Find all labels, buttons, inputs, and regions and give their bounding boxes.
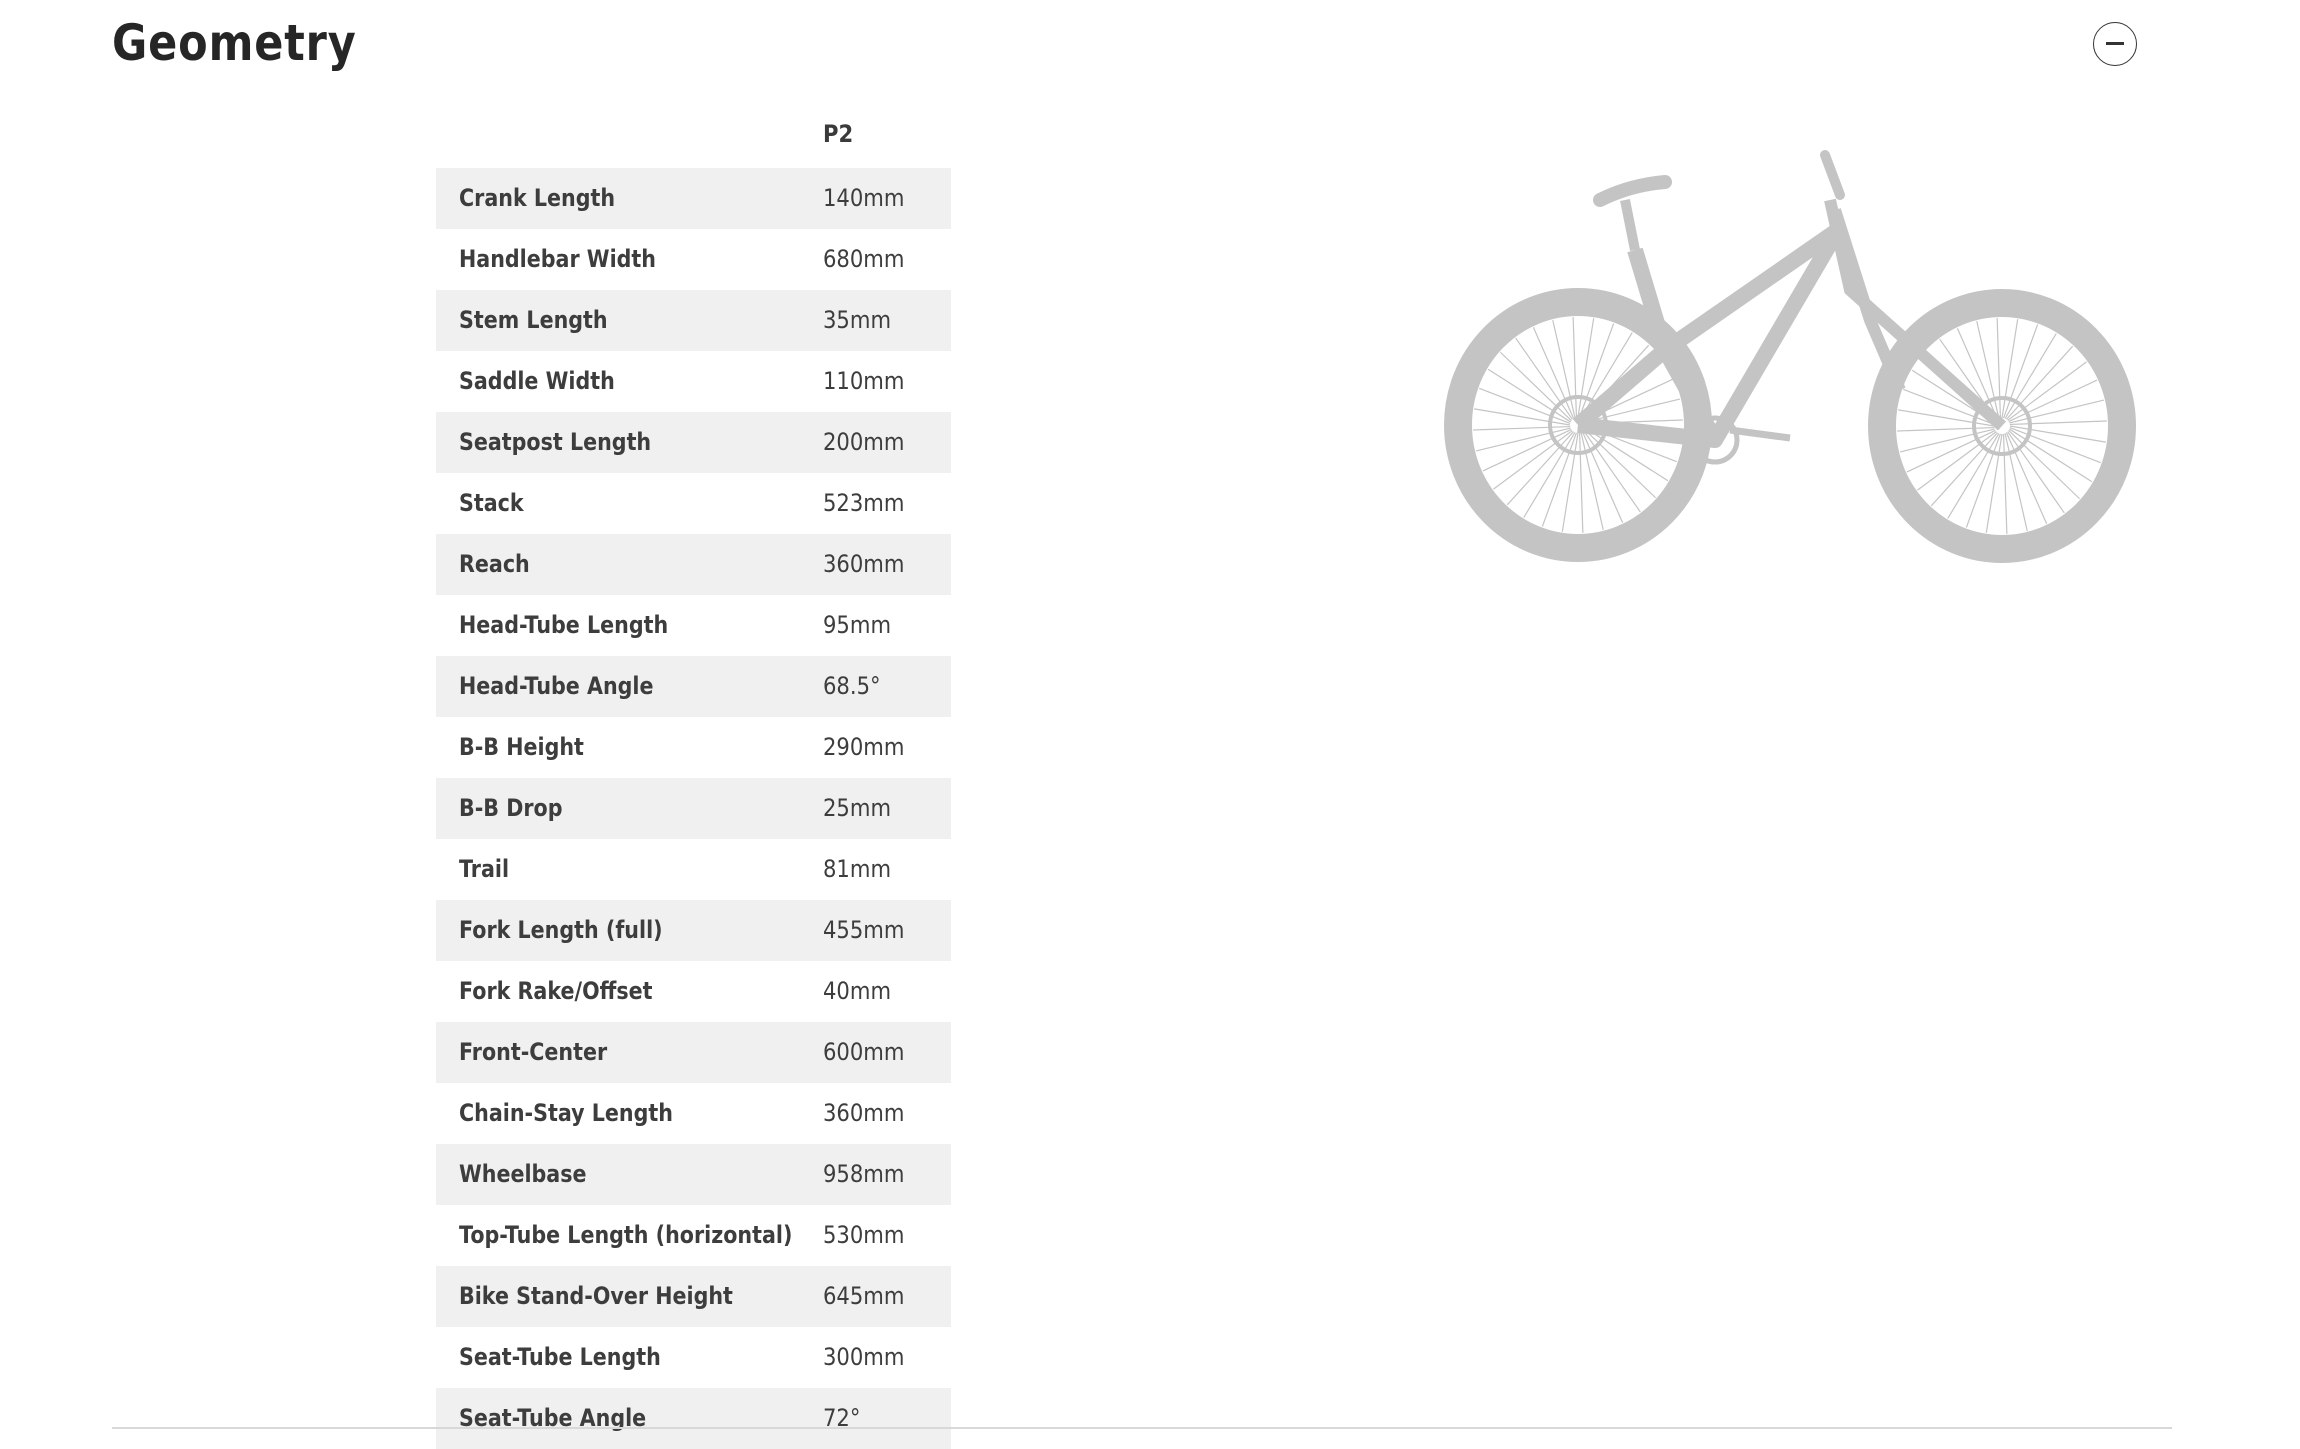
row-label: Head-Tube Angle [459, 672, 654, 700]
table-row: Head-Tube Length 95mm [436, 595, 951, 656]
bike-silhouette-image [1444, 150, 2136, 563]
geometry-table: P2 Crank Length 140mm Handlebar Width 680mm… [436, 108, 951, 1449]
table-header: P2 [436, 108, 951, 168]
table-row: Fork Rake/Offset 40mm [436, 961, 951, 1022]
row-value: 200mm [823, 428, 905, 456]
row-label: Crank Length [459, 184, 616, 212]
row-value: 40mm [823, 977, 892, 1005]
row-label: Chain-Stay Length [459, 1099, 673, 1127]
collapse-button[interactable] [2093, 22, 2137, 66]
table-row: Seat-Tube Length 300mm [436, 1327, 951, 1388]
fork-leg [1829, 208, 1906, 393]
row-label: B-B Drop [459, 794, 563, 822]
spoke [1473, 425, 1571, 431]
row-label: Reach [459, 550, 530, 578]
row-label: Seat-Tube Length [459, 1343, 661, 1371]
spoke [2002, 433, 2008, 534]
spokes [1473, 317, 2107, 534]
table-row: Reach 360mm [436, 534, 951, 595]
row-value: 68.5° [823, 672, 881, 700]
spoke [1523, 432, 1576, 518]
table-row: Seat-Tube Angle 72° [436, 1388, 951, 1449]
row-value: 95mm [823, 611, 892, 639]
table-row: B-B Height 290mm [436, 717, 951, 778]
row-value: 455mm [823, 916, 905, 944]
row-label: Wheelbase [459, 1160, 587, 1188]
bike-graphic [1444, 150, 2136, 563]
row-value: 81mm [823, 855, 892, 883]
section-title: Geometry [112, 14, 357, 72]
table-row: Fork Length (full) 455mm [436, 900, 951, 961]
spoke [1897, 426, 1995, 432]
row-label: Fork Rake/Offset [459, 977, 653, 1005]
row-value: 110mm [823, 367, 905, 395]
handlebar [1820, 150, 1845, 200]
row-value: 530mm [823, 1221, 905, 1249]
table-row: Front-Center 600mm [436, 1022, 951, 1083]
table-row: Wheelbase 958mm [436, 1144, 951, 1205]
row-label: Fork Length (full) [459, 916, 663, 944]
table-row: Top-Tube Length (horizontal) 530mm [436, 1205, 951, 1266]
row-label: Seatpost Length [459, 428, 652, 456]
table-row: Trail 81mm [436, 839, 951, 900]
table-row: B-B Drop 25mm [436, 778, 951, 839]
seatpost [1620, 199, 1640, 251]
row-value: 523mm [823, 489, 905, 517]
table-row: Chain-Stay Length 360mm [436, 1083, 951, 1144]
row-label: Stem Length [459, 306, 608, 334]
spoke [1487, 368, 1571, 423]
spoke [2009, 420, 2107, 426]
column-header-size: P2 [823, 120, 854, 148]
table-row: Stack 523mm [436, 473, 951, 534]
section-divider [112, 1427, 2172, 1429]
row-label: Front-Center [459, 1038, 608, 1066]
row-label: Stack [459, 489, 524, 517]
row-value: 140mm [823, 184, 905, 212]
table-row: Stem Length 35mm [436, 290, 951, 351]
spoke [1475, 427, 1571, 452]
row-label: Trail [459, 855, 510, 883]
row-value: 35mm [823, 306, 892, 334]
row-label: Bike Stand-Over Height [459, 1282, 733, 1310]
row-value: 645mm [823, 1282, 905, 1310]
row-value: 360mm [823, 550, 905, 578]
row-value: 600mm [823, 1038, 905, 1066]
row-value: 680mm [823, 245, 905, 273]
table-row: Seatpost Length 200mm [436, 412, 951, 473]
table-row: Saddle Width 110mm [436, 351, 951, 412]
minus-icon [2106, 42, 2124, 45]
row-label: Saddle Width [459, 367, 615, 395]
table-body: Crank Length 140mm Handlebar Width 680mm Ste… [436, 168, 951, 1449]
table-row: Crank Length 140mm [436, 168, 951, 229]
spoke [1899, 428, 1995, 453]
spoke [1578, 432, 1584, 533]
spoke [2009, 399, 2105, 424]
row-value: 958mm [823, 1160, 905, 1188]
row-label: Handlebar Width [459, 245, 656, 273]
table-row: Bike Stand-Over Height 645mm [436, 1266, 951, 1327]
table-row: Handlebar Width 680mm [436, 229, 951, 290]
table-row: Head-Tube Angle 68.5° [436, 656, 951, 717]
row-value: 25mm [823, 794, 892, 822]
spoke [2009, 428, 2093, 483]
row-value: 360mm [823, 1099, 905, 1127]
row-label: Top-Tube Length (horizontal) [459, 1221, 793, 1249]
spoke [1572, 317, 1578, 418]
spoke [2004, 333, 2057, 419]
row-label: Head-Tube Length [459, 611, 669, 639]
row-value: 290mm [823, 733, 905, 761]
row-label: B-B Height [459, 733, 584, 761]
row-value: 300mm [823, 1343, 905, 1371]
spoke [1996, 318, 2002, 419]
spoke [1947, 433, 2000, 519]
saddle [1593, 175, 1672, 207]
